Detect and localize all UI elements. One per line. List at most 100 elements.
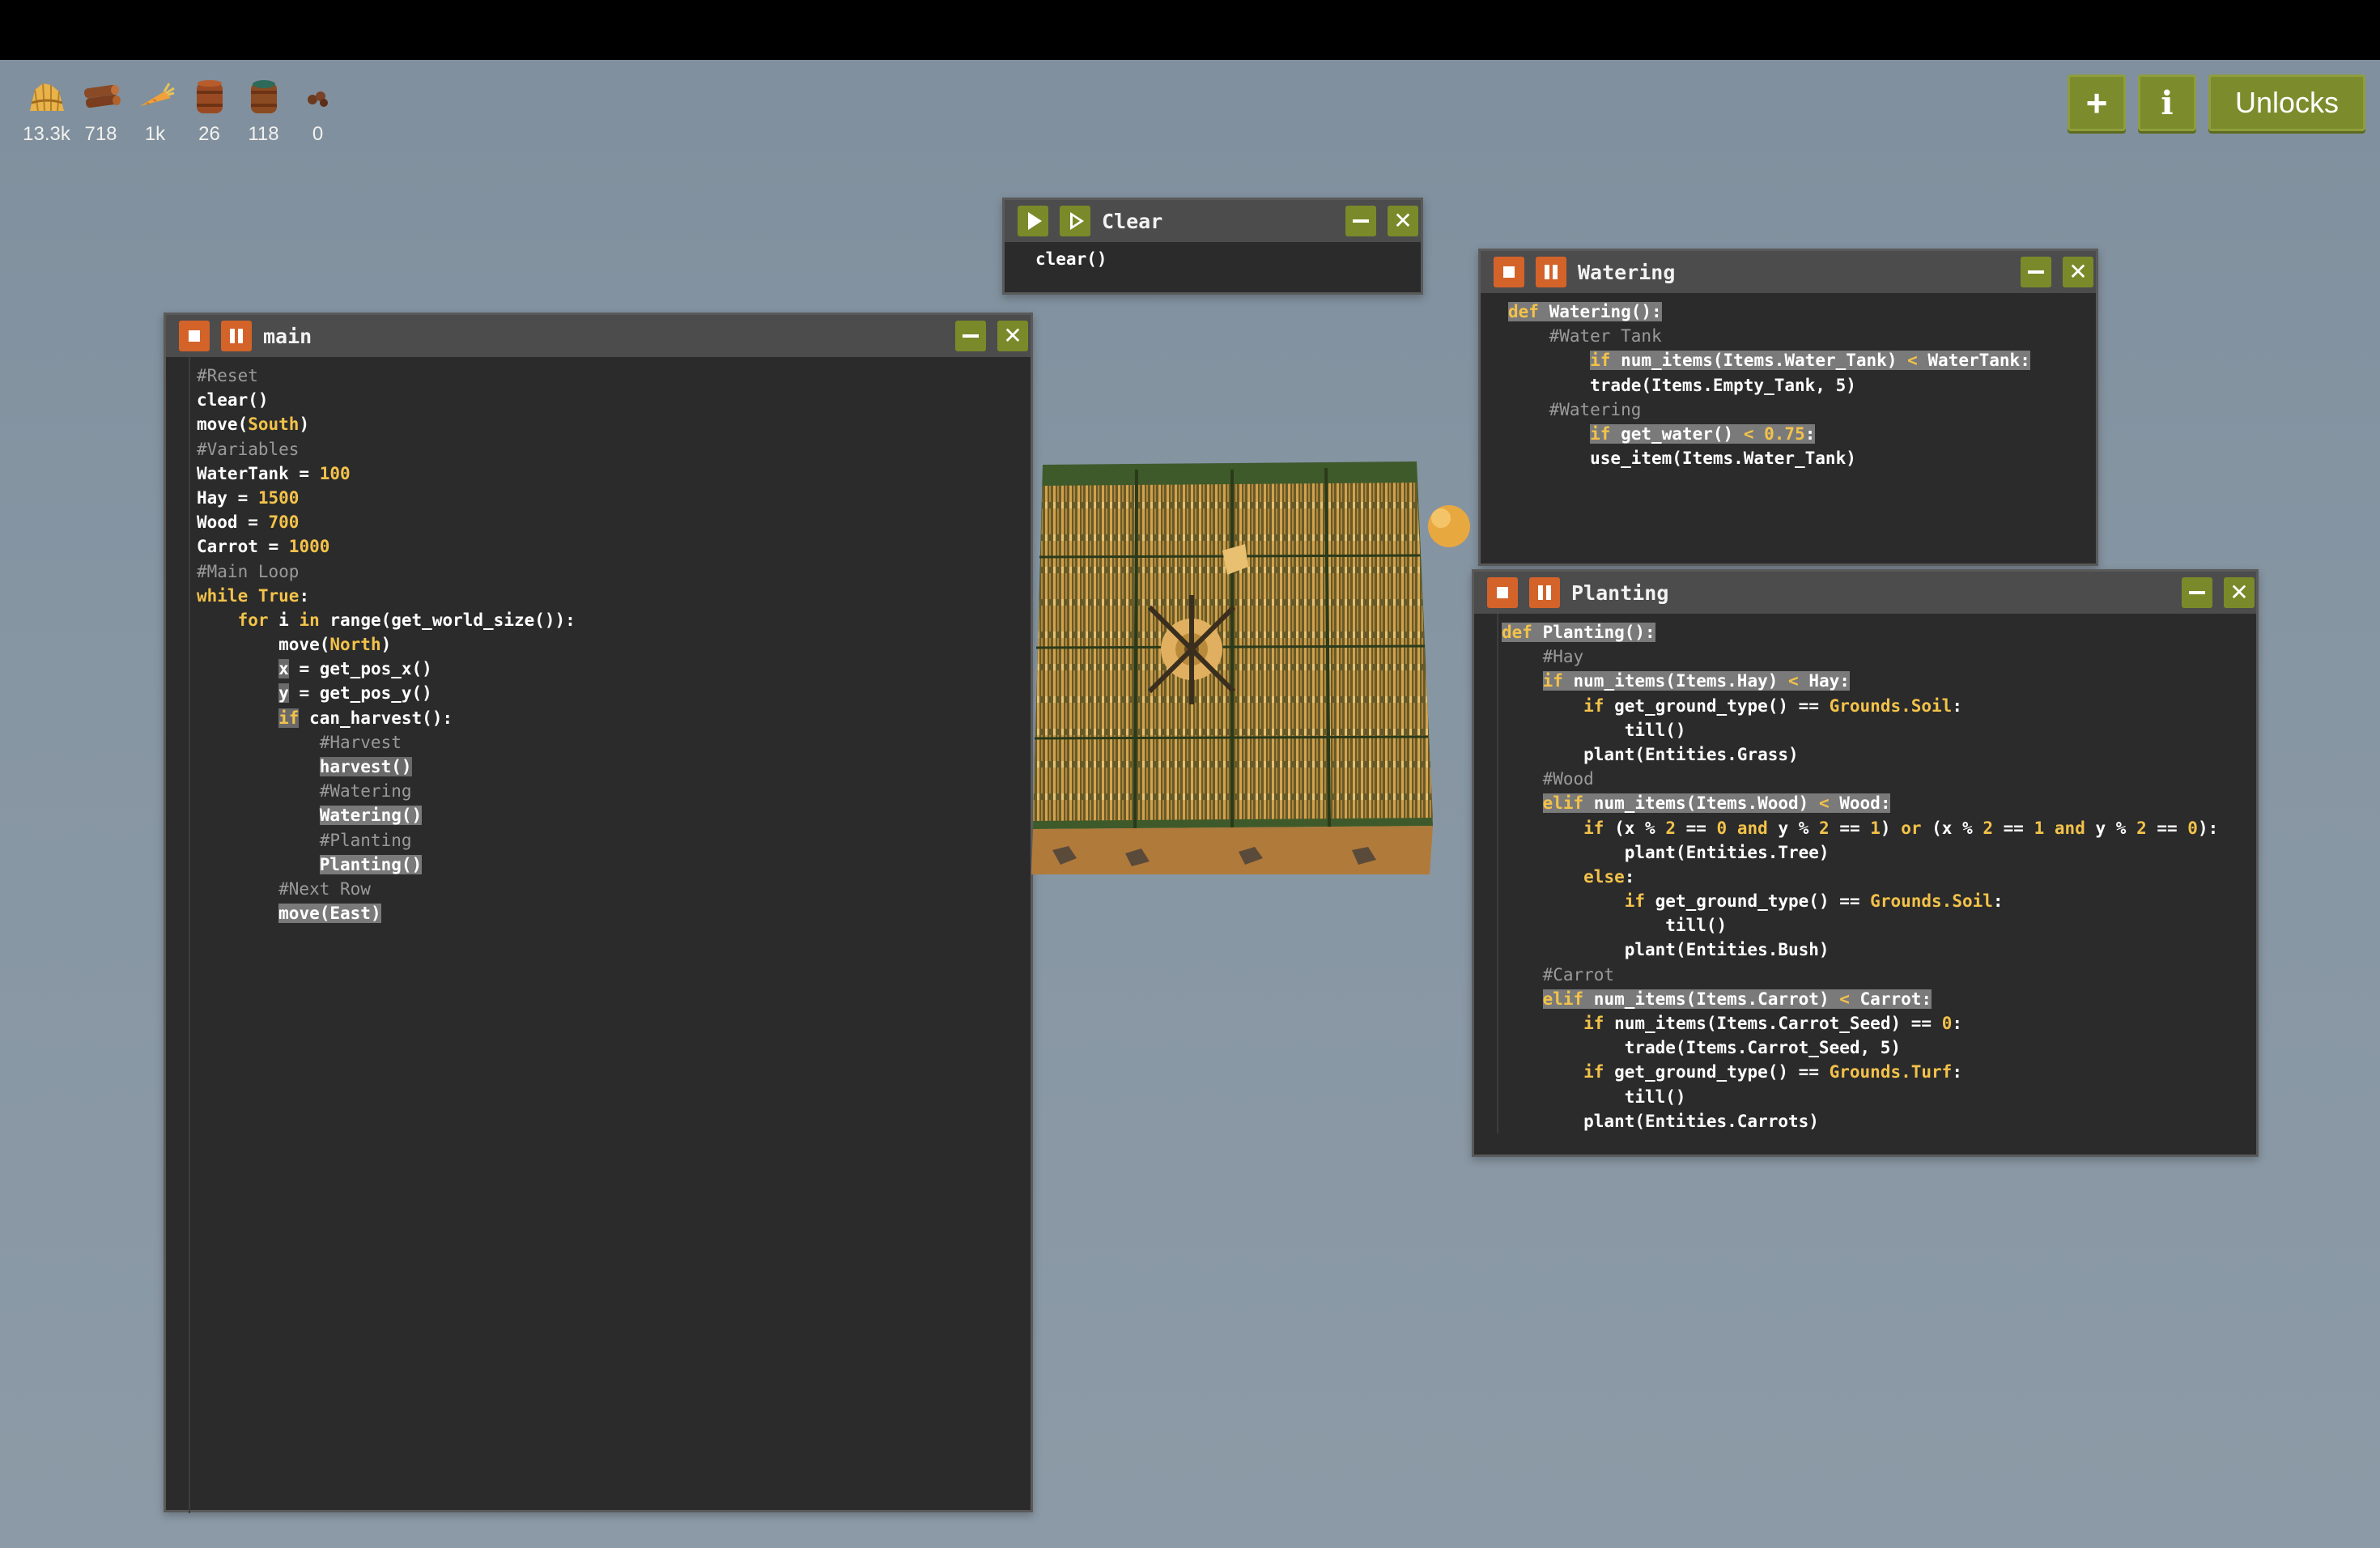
info-button[interactable]: i [2138,74,2196,131]
code-line: if get_ground_type() == Grounds.Soil: [1583,695,1962,716]
stop-button[interactable] [1494,257,1524,287]
pause-icon [1538,585,1551,600]
farm-field-graphic [1031,417,1470,874]
code-line: trade(Items.Carrot_Seed, 5) [1502,1038,1902,1058]
code-line: #Watering [197,781,412,802]
minimize-icon [2028,270,2044,274]
code-line: for i in range(get_world_size()): [237,610,576,630]
code-line: till() [1502,720,1686,740]
resource-water-tank: 118 [236,74,291,146]
code-line: #Water Tank [1508,326,1662,347]
pause-icon [1545,265,1558,279]
code-editor[interactable]: def Planting(): #Hay if num_items(Items.… [1474,614,2256,1133]
resource-bar: 13.3k 718 1k 26 118 0 [19,74,345,146]
code-line: use_item(Items.Water_Tank) [1508,449,1856,469]
minimize-icon [1353,219,1369,223]
code-editor[interactable]: #Reset clear() move(South) #Variables Wa… [166,357,1031,1513]
pause-button[interactable] [1536,257,1566,287]
step-button[interactable] [1060,206,1090,236]
minimize-button[interactable] [2182,577,2212,608]
code-line: harvest() [319,757,412,776]
code-line: #Reset [197,366,258,385]
code-line: move(North) [197,635,392,655]
window-title: main [263,324,312,348]
code-line: if get_ground_type() == Grounds.Turf: [1583,1062,1962,1082]
code-line: Carrot = 1000 [197,537,330,557]
seed-icon [295,74,341,120]
close-button[interactable]: ✕ [2224,577,2255,608]
main-window: main ✕ #Reset clear() move(South) #Varia… [164,313,1033,1513]
main-window-header[interactable]: main ✕ [166,315,1031,357]
stop-button[interactable] [1487,577,1518,608]
code-line: Watering() [319,806,423,826]
code-line: if get_ground_type() == Grounds.Soil: [1624,891,2004,912]
fn-def-text: Watering(): [1549,302,1662,321]
code-line: #Variables [197,439,300,459]
window-title: Clear [1102,209,1163,233]
code-line: y = get_pos_y() [278,683,432,704]
close-icon: ✕ [1003,322,1022,349]
wood-icon [79,74,124,120]
minimize-button[interactable] [1345,206,1376,236]
code-line: #Carrot [1502,964,1615,985]
code-line: x = get_pos_x() [278,659,432,679]
unlocks-button[interactable]: Unlocks [2208,74,2365,131]
code-editor[interactable]: def Watering(): #Water Tank if num_items… [1481,293,2096,470]
stop-icon [1497,587,1508,598]
water-tank-count: 118 [248,123,279,145]
watering-window-header[interactable]: Watering ✕ [1481,251,2096,293]
code-line: if num_items(Items.Carrot_Seed) == 0: [1583,1014,1962,1033]
resource-empty-tank: 26 [182,74,236,146]
minimize-button[interactable] [2021,257,2051,287]
pause-button[interactable] [221,321,252,351]
step-icon [1069,212,1084,230]
code-line: #Watering [1508,399,1642,419]
run-button[interactable] [1018,206,1048,236]
stop-button[interactable] [179,321,210,351]
hay-count: 13.3k [23,123,70,145]
minimize-icon [963,334,979,338]
planting-window-header[interactable]: Planting ✕ [1474,572,2256,614]
close-button[interactable]: ✕ [997,321,1028,351]
code-line: till() [1502,1087,1686,1107]
close-button[interactable]: ✕ [2063,257,2093,287]
code-line: else: [1583,866,1635,887]
code-gutter [1497,614,1498,1133]
code-line: plant(Entities.Grass) [1502,744,1799,764]
add-window-button[interactable]: + [2068,74,2126,131]
minimize-button[interactable] [955,321,986,351]
watering-window: Watering ✕ def Watering(): #Water Tank i… [1478,249,2098,566]
code-line: while True: [197,585,310,606]
code-line: #Planting [197,830,412,850]
code-line: if can_harvest(): [278,708,453,728]
code-editor[interactable]: clear() [1005,242,1421,271]
resource-seed: 0 [291,74,345,146]
close-icon: ✕ [2068,258,2088,285]
pause-button[interactable] [1529,577,1560,608]
code-line: #Hay [1502,647,1584,667]
code-line: if num_items(Items.Hay) < Hay: [1542,671,1850,691]
code-line: #Harvest [197,732,402,752]
code-line: #Next Row [197,878,371,899]
close-button[interactable]: ✕ [1388,206,1418,236]
clear-window-header[interactable]: Clear ✕ [1005,200,1421,242]
resource-wood: 718 [74,74,128,146]
farm-field [1028,417,1481,891]
code-line: Hay = 1500 [197,487,300,508]
resource-carrot: 1k [128,74,182,146]
code-line: move(East) [278,904,381,924]
code-line: if get_water() < 0.75: [1590,423,1816,444]
wood-count: 718 [84,123,117,145]
code-line: Wood = 700 [197,512,300,533]
code-line: plant(Entities.Bush) [1502,940,1830,960]
resource-hay: 13.3k [19,74,74,146]
code-line: if num_items(Items.Water_Tank) < WaterTa… [1590,351,2030,371]
code-line: elif num_items(Items.Wood) < Wood: [1542,793,1891,814]
code-line: trade(Items.Empty_Tank, 5) [1508,375,1856,395]
water-tank-icon [241,74,287,120]
code-line: clear() [197,390,269,410]
window-title: Watering [1578,260,1676,284]
code-line: if (x % 2 == 0 and y % 2 == 1) or (x % 2… [1583,818,2219,838]
code-line: plant(Entities.Tree) [1502,842,1830,862]
code-line: till() [1502,916,1728,936]
